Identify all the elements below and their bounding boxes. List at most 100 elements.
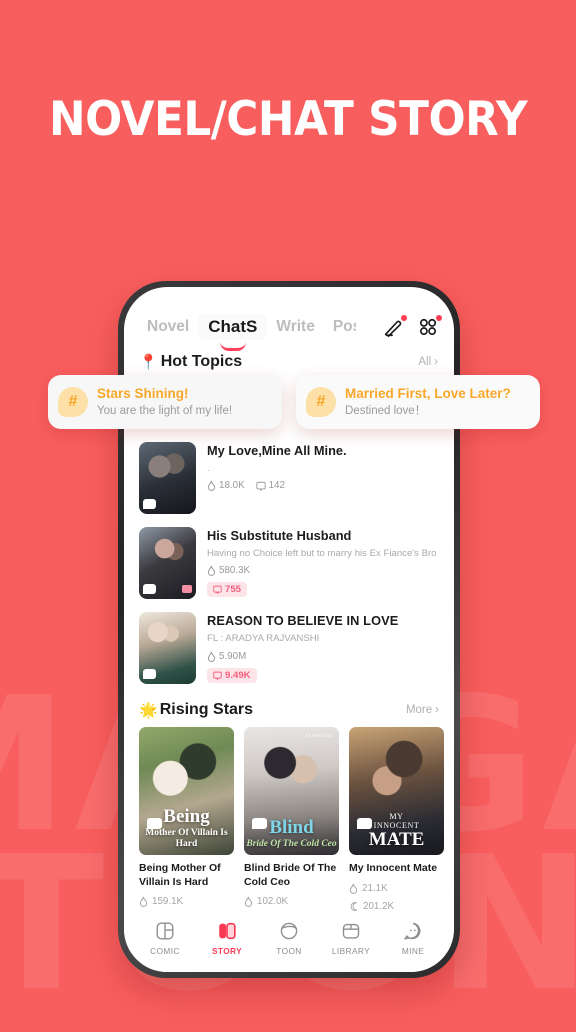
topbar-icon-group	[382, 315, 442, 338]
rising-stars-grid: Being Mother Of Villain Is Hard Being Mo…	[139, 726, 444, 912]
status-badge-value: 755	[225, 584, 242, 596]
nav-label-toon: TOON	[276, 946, 302, 956]
stat-views-value: 21.1K	[362, 882, 388, 894]
hot-topics-title-text: Hot Topics	[160, 353, 243, 370]
rising-stars-header: 🌟 Rising Stars More ›	[139, 691, 439, 727]
top-tab-bar: Novel ChatS Write Post	[124, 287, 454, 351]
stat-views: 159.1K	[139, 896, 234, 907]
comic-icon	[156, 922, 174, 940]
rising-stars-more-link[interactable]: More ›	[406, 704, 439, 716]
stat-views-value: 102.0K	[257, 896, 289, 908]
stat-views: 5.90M	[207, 651, 246, 662]
library-icon	[342, 923, 360, 939]
rising-star-title: Being Mother Of Villain Is Hard	[139, 861, 221, 888]
story-title: REASON TO BELIEVE IN LOVE	[207, 613, 399, 629]
story-title: My Love,Mine All Mine.	[207, 443, 347, 458]
story-title: His Substitute Husband	[207, 528, 352, 543]
story-cover[interactable]: MY INNOCENT MATE	[349, 726, 444, 855]
rising-star-card[interactable]: Being Mother Of Villain Is Hard Being Mo…	[139, 726, 234, 912]
chat-icon	[147, 817, 162, 829]
rising-star-card[interactable]: Oum-ta Girl Blind Bride Of The Cold Ceo …	[244, 726, 339, 912]
chat-icon	[143, 669, 156, 680]
story-stats: 18.0K 142	[207, 480, 439, 491]
grid-badge-dot	[436, 315, 442, 321]
stat-likes-value: 201.2K	[363, 900, 395, 912]
tab-chats[interactable]: ChatS	[198, 314, 268, 351]
cover-sub-title: Bride Of The Cold Ceo	[246, 838, 337, 849]
chat-icon	[357, 817, 372, 829]
stat-views-value: 5.90M	[219, 650, 247, 662]
stat-views: 18.0K	[207, 480, 245, 491]
story-stats: 580.3K	[207, 565, 439, 576]
story-info: My Love,Mine All Mine. . 18.0K 142	[207, 442, 439, 491]
stat-views: 580.3K	[207, 565, 250, 576]
toon-icon	[280, 922, 298, 940]
story-thumbnail[interactable]	[139, 612, 196, 685]
bottom-navigation: COMIC STORY TOON LIBRARY MINE	[124, 912, 454, 972]
story-thumbnail[interactable]	[139, 442, 196, 514]
hot-topic-subtitle: Destined love！	[345, 404, 427, 417]
cover-sub-title: Mother Of Villain Is Hard	[145, 828, 228, 849]
nav-label-story: STORY	[211, 946, 243, 956]
rising-stars-more-label: More	[405, 703, 433, 716]
page-title: NOVEL/CHAT STORY	[0, 96, 576, 143]
chevron-right-icon: ›	[434, 356, 438, 368]
chat-icon	[143, 499, 156, 509]
hot-topics-header: 📍 Hot Topics All ›	[124, 340, 454, 371]
status-badge-value: 9.49K	[225, 669, 251, 681]
pin-icon: 📍	[139, 354, 158, 371]
stat-views-value: 18.0K	[219, 480, 245, 492]
hot-topic-subtitle: You are the light of my life!	[97, 404, 233, 417]
story-cover[interactable]: Being Mother Of Villain Is Hard	[139, 726, 234, 855]
rising-star-title: Blind Bride Of The Cold Ceo	[244, 861, 337, 888]
hot-topic-texts: Married First, Love Later? Destined love…	[345, 386, 511, 419]
story-desc: Having no Choice left but to marry his E…	[207, 547, 437, 559]
rising-star-title: My Innocent Mate	[349, 861, 438, 874]
nav-item-library[interactable]: LIBRARY	[325, 920, 377, 956]
list-item[interactable]: His Substitute Husband Having no Choice …	[139, 520, 439, 605]
nav-item-mine[interactable]: MINE	[387, 920, 439, 956]
nav-label-comic: COMIC	[150, 946, 180, 956]
nav-label-library: LIBRARY	[331, 946, 371, 956]
story-cover[interactable]: Oum-ta Girl Blind Bride Of The Cold Ceo	[244, 726, 339, 855]
hot-topics-all-link[interactable]: All ›	[418, 356, 438, 368]
stat-views: 102.0K	[244, 896, 339, 907]
chevron-right-icon: ›	[435, 703, 439, 716]
tab-chats-label: ChatS	[208, 317, 258, 336]
hashtag-icon: #	[306, 387, 336, 417]
story-info: His Substitute Husband Having no Choice …	[207, 527, 439, 599]
list-item[interactable]: REASON TO BELIEVE IN LOVE FL : ARADYA RA…	[139, 605, 439, 690]
hashtag-icon: #	[58, 387, 88, 417]
story-desc: .	[207, 462, 210, 474]
stat-comments-value: 142	[268, 480, 285, 492]
page-title-text: NOVEL/CHAT STORY	[48, 92, 528, 147]
pencil-badge-dot	[401, 315, 407, 321]
story-icon	[219, 922, 236, 940]
story-list[interactable]: My Love,Mine All Mine. . 18.0K 142 His S…	[124, 435, 454, 912]
pink-tag-icon	[182, 585, 192, 593]
grid-icon[interactable]	[417, 315, 442, 338]
tab-post[interactable]: Post	[324, 316, 356, 338]
list-item[interactable]: My Love,Mine All Mine. . 18.0K 142	[139, 435, 439, 520]
nav-item-story[interactable]: STORY	[201, 920, 253, 956]
tab-novel[interactable]: Novel	[138, 316, 198, 338]
nav-label-mine: MINE	[401, 946, 425, 956]
nav-item-toon[interactable]: TOON	[263, 920, 315, 956]
status-badge: 9.49K	[207, 667, 257, 683]
tab-write[interactable]: Write	[267, 316, 323, 338]
hot-topic-card[interactable]: # Married First, Love Later? Destined lo…	[296, 375, 540, 429]
rising-stars-title: 🌟 Rising Stars	[139, 701, 253, 719]
hot-topic-title: Married First, Love Later?	[345, 385, 511, 401]
stat-views: 21.1K	[349, 883, 444, 894]
mine-icon	[403, 922, 421, 940]
stat-views-value: 580.3K	[219, 565, 251, 577]
star-icon: 🌟	[139, 701, 158, 719]
story-thumbnail[interactable]	[139, 527, 196, 599]
rising-star-card[interactable]: MY INNOCENT MATE My Innocent Mate 21.1K …	[349, 726, 444, 912]
hot-topic-card[interactable]: # Stars Shining! You are the light of my…	[48, 375, 282, 429]
story-desc: FL : ARADYA RAJVANSHI	[207, 633, 320, 645]
rising-stars-title-text: Rising Stars	[159, 700, 254, 718]
pencil-icon[interactable]	[382, 315, 407, 338]
cover-watermark: Oum-ta Girl	[306, 732, 332, 739]
nav-item-comic[interactable]: COMIC	[139, 920, 191, 956]
